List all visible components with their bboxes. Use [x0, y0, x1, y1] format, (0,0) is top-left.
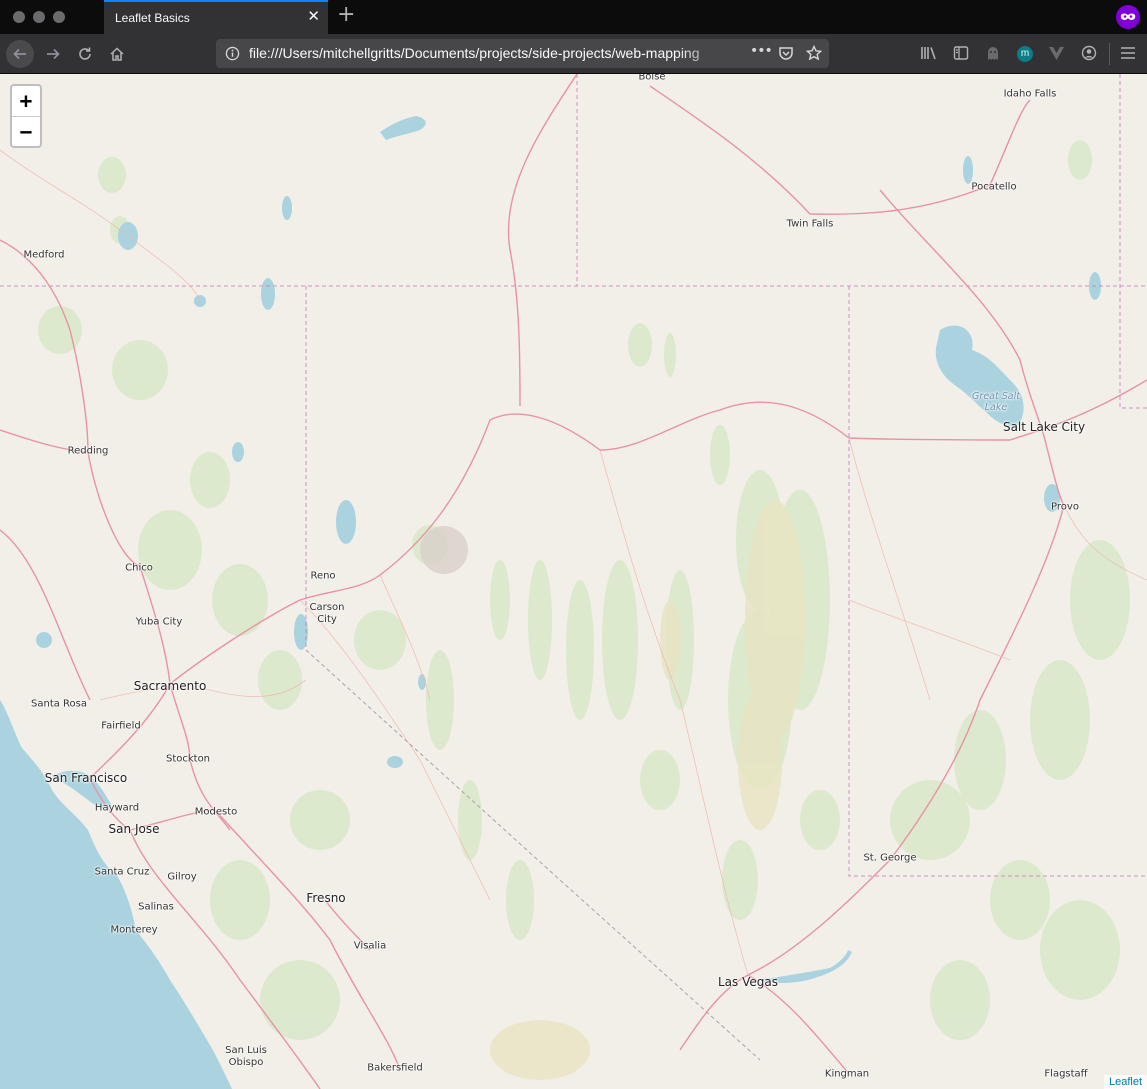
- leaflet-map[interactable]: + − Boise Idaho Falls Pocatello Twin Fal…: [0, 74, 1147, 1089]
- zoom-in-button[interactable]: +: [12, 86, 40, 117]
- place-label: St. George: [863, 852, 917, 864]
- place-label: Twin Falls: [786, 218, 834, 230]
- reload-button[interactable]: [71, 40, 99, 68]
- place-label: Carson City: [309, 602, 345, 625]
- info-icon[interactable]: [225, 46, 240, 61]
- pocket-icon[interactable]: [778, 45, 794, 61]
- place-label: Salinas: [138, 901, 174, 913]
- ghostery-icon[interactable]: [985, 45, 1001, 61]
- place-label: Modesto: [194, 806, 238, 818]
- map-attribution: Leaflet: [1103, 1075, 1147, 1089]
- home-button[interactable]: [103, 40, 131, 68]
- tab-title: Leaflet Basics: [115, 11, 190, 25]
- place-label: San Luis Obispo: [225, 1045, 267, 1068]
- toolbar-divider: [1109, 43, 1110, 65]
- reload-icon: [79, 47, 91, 60]
- place-label: Yuba City: [135, 616, 183, 628]
- browser-tab[interactable]: Leaflet Basics ✕: [104, 0, 328, 34]
- url-bar[interactable]: file:///Users/mitchellgritts/Documents/p…: [216, 39, 829, 68]
- map-tiles: [0, 74, 1147, 1089]
- new-tab-icon[interactable]: +: [337, 4, 355, 26]
- place-label: Medford: [23, 249, 65, 261]
- place-label: Santa Rosa: [31, 698, 87, 710]
- place-label: Chico: [125, 562, 153, 574]
- place-label: Monterey: [110, 924, 158, 936]
- place-label: Salt Lake City: [1002, 420, 1086, 434]
- forward-arrow-icon: [47, 48, 60, 60]
- place-label: Reno: [310, 570, 336, 582]
- place-label: Flagstaff: [1044, 1068, 1088, 1080]
- url-text: file:///Users/mitchellgritts/Documents/p…: [249, 45, 700, 61]
- place-label: Kingman: [824, 1068, 870, 1080]
- place-label: Pocatello: [971, 181, 1017, 193]
- place-label: Idaho Falls: [1003, 88, 1057, 100]
- place-label: Fresno: [306, 891, 346, 905]
- bookmark-star-icon[interactable]: [806, 45, 822, 61]
- place-label: Stockton: [165, 753, 211, 765]
- place-label: Hayward: [94, 802, 140, 814]
- private-browsing-icon: [1116, 5, 1140, 29]
- place-label: Santa Cruz: [94, 866, 150, 878]
- zoom-out-button[interactable]: −: [12, 117, 40, 147]
- account-icon[interactable]: [1081, 45, 1097, 61]
- back-button[interactable]: [6, 40, 34, 68]
- close-window-button[interactable]: [13, 11, 25, 23]
- hamburger-menu-icon[interactable]: [1120, 46, 1136, 60]
- url-fade: [676, 39, 736, 68]
- place-label: Visalia: [353, 940, 387, 952]
- browser-toolbar: file:///Users/mitchellgritts/Documents/p…: [0, 34, 1147, 74]
- place-label: Redding: [67, 445, 109, 457]
- zoom-control: + −: [10, 84, 42, 148]
- place-label: Las Vegas: [718, 975, 778, 989]
- forward-button[interactable]: [39, 40, 67, 68]
- vue-devtools-icon[interactable]: [1048, 46, 1065, 61]
- back-arrow-icon: [13, 48, 26, 60]
- playa: [420, 526, 468, 574]
- lake-label: Great Salt Lake: [972, 391, 1020, 413]
- place-label: Gilroy: [167, 871, 197, 883]
- minimize-window-button[interactable]: [33, 11, 45, 23]
- place-label: San Francisco: [44, 771, 128, 785]
- mendeley-extension-icon[interactable]: m: [1017, 46, 1033, 62]
- place-label: Bakersfield: [367, 1062, 423, 1074]
- close-tab-icon[interactable]: ✕: [307, 9, 320, 24]
- maximize-window-button[interactable]: [53, 11, 65, 23]
- place-label: San Jose: [108, 822, 160, 836]
- home-icon: [110, 47, 124, 61]
- library-icon[interactable]: [920, 45, 938, 61]
- page-actions-icon[interactable]: •••: [750, 43, 773, 59]
- sidebar-icon[interactable]: [953, 45, 969, 61]
- place-label: Fairfield: [101, 720, 141, 732]
- place-label: Provo: [1051, 501, 1079, 513]
- place-label: Boise: [638, 74, 666, 83]
- leaflet-link[interactable]: Leaflet: [1109, 1076, 1142, 1088]
- browser-titlebar: Leaflet Basics ✕ +: [0, 0, 1147, 34]
- place-label: Sacramento: [133, 679, 207, 693]
